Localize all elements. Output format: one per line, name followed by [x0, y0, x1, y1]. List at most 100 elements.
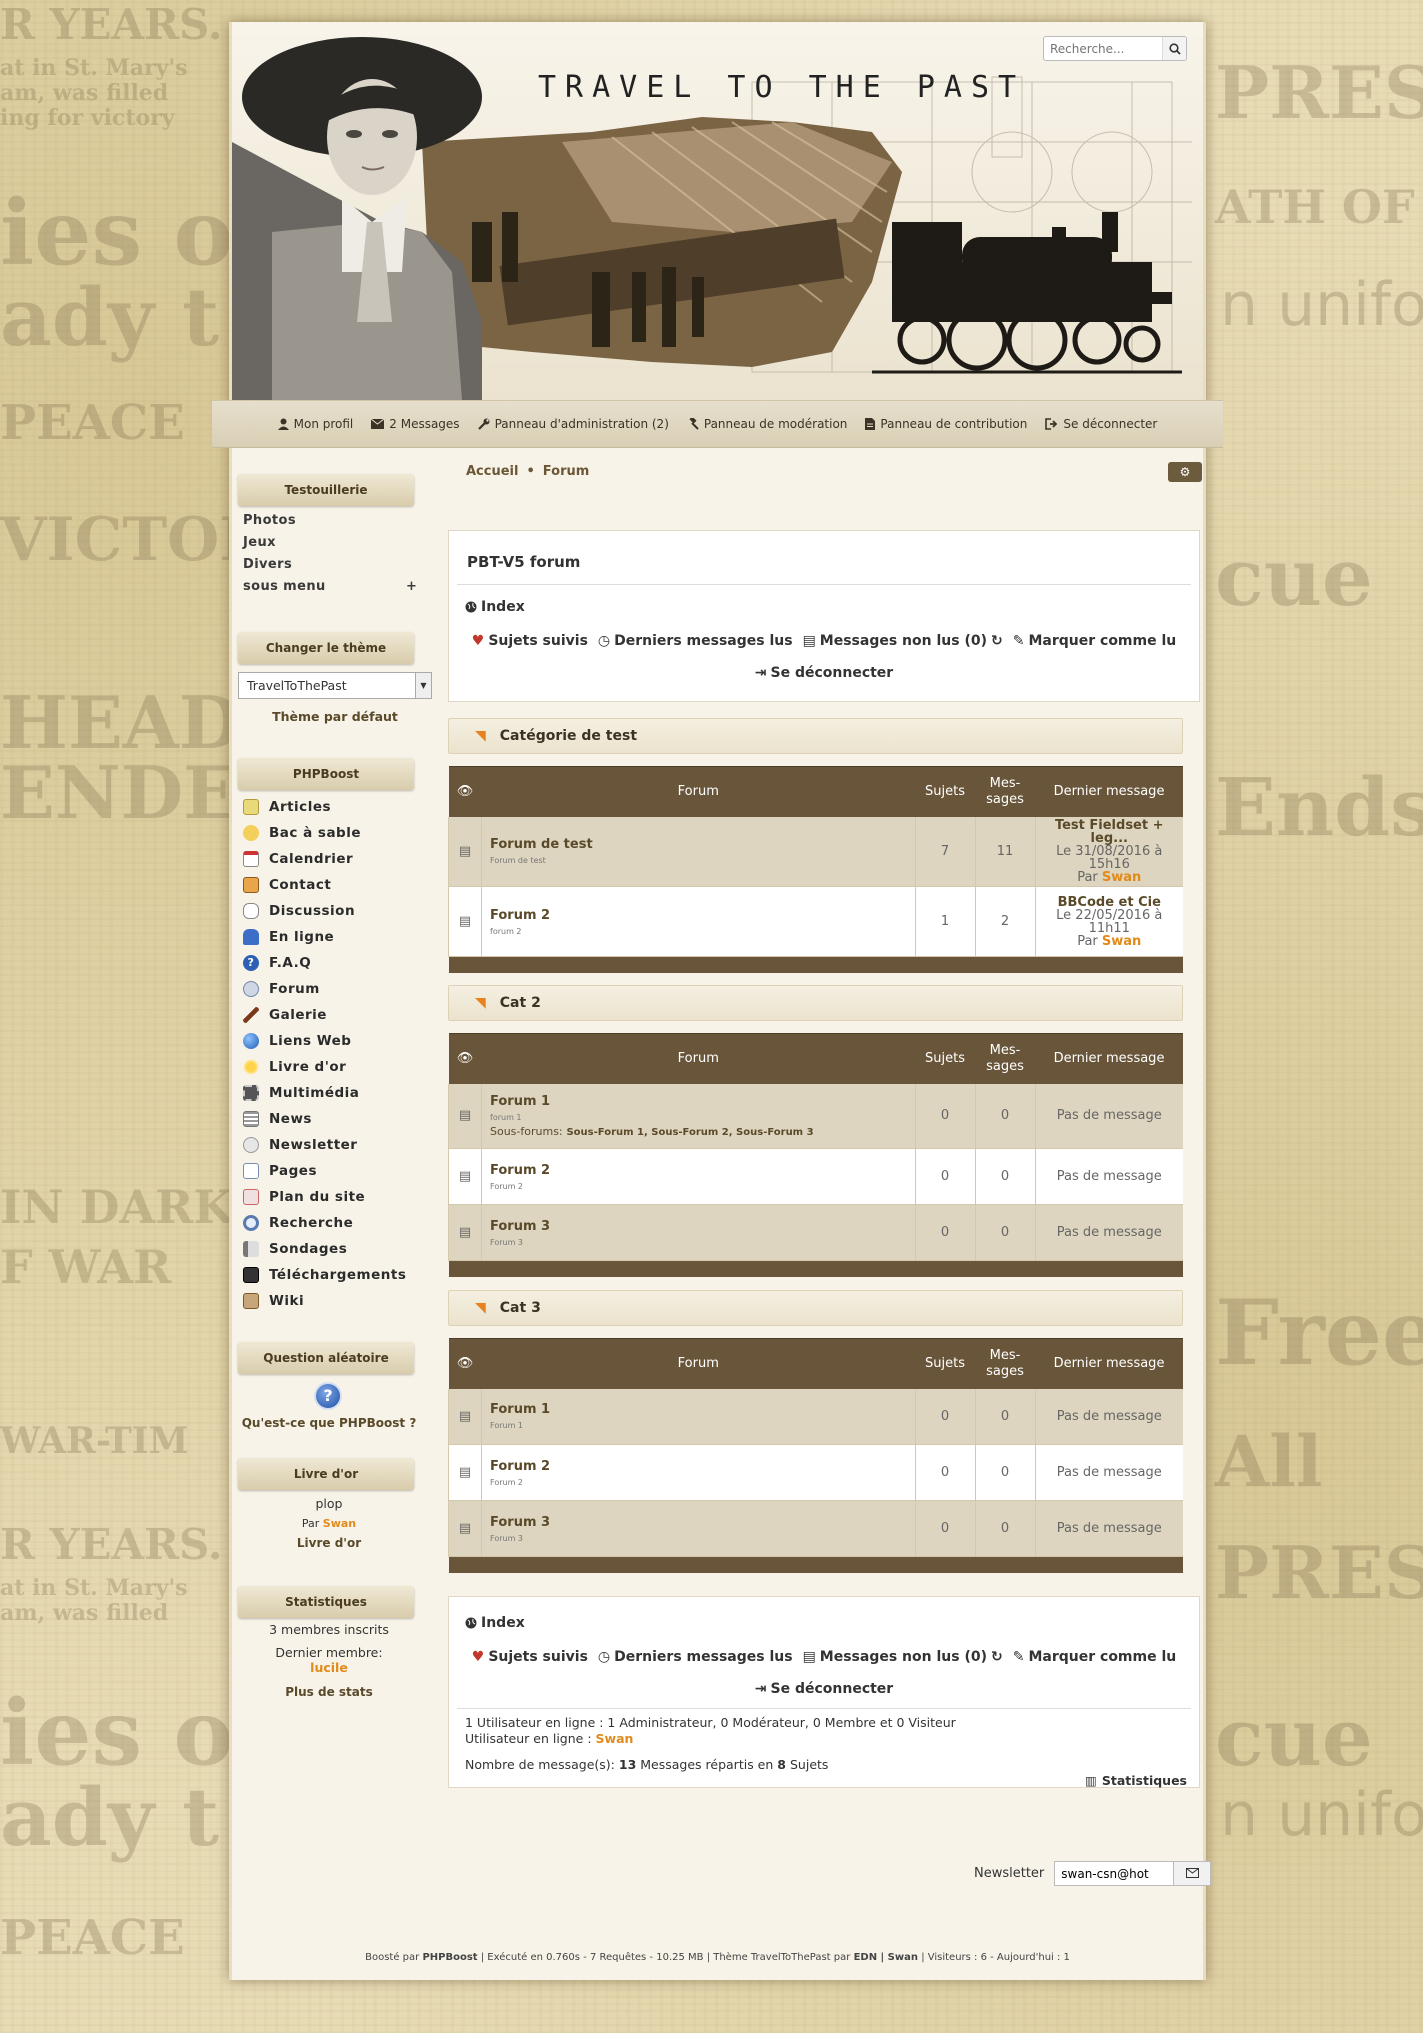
- module-news[interactable]: News: [232, 1106, 438, 1132]
- module-wiki[interactable]: Wiki: [232, 1288, 438, 1314]
- search-input[interactable]: [1044, 37, 1162, 60]
- unread-messages-link[interactable]: ▤ Messages non lus (0) ↻: [803, 633, 1003, 649]
- followed-topics-link[interactable]: ♥ Sujets suivis: [472, 1649, 588, 1665]
- more-stats-link[interactable]: Plus de stats: [232, 1685, 426, 1699]
- theme-select[interactable]: TravelToThePast ▼: [238, 672, 432, 699]
- newsletter-email-input[interactable]: [1054, 1861, 1175, 1886]
- forum-description: forum 1: [490, 1112, 522, 1122]
- forum-name-link[interactable]: Forum 1: [490, 1402, 915, 1417]
- forum-index-link[interactable]: Index: [449, 585, 1199, 615]
- footer-theme-authors[interactable]: EDN | Swan: [854, 1952, 918, 1963]
- settings-gear-button[interactable]: ⚙: [1168, 462, 1202, 482]
- module-sandbox[interactable]: Bac à sable: [232, 820, 438, 846]
- col-topics: Sujets: [915, 1033, 975, 1084]
- module-newsletter[interactable]: Newsletter: [232, 1132, 438, 1158]
- module-label: Wiki: [269, 1293, 305, 1309]
- question-mark-icon: ?: [314, 1382, 342, 1410]
- footer-visitors: | Visiteurs : 6 - Aujourd'hui : 1: [921, 1952, 1070, 1963]
- last-topic-link[interactable]: Test Fieldset + leg...: [1055, 818, 1164, 846]
- guestbook-link[interactable]: Livre d'or: [232, 1536, 426, 1550]
- topic-icon: ▤: [448, 1204, 482, 1261]
- followed-topics-link[interactable]: ♥ Sujets suivis: [472, 633, 588, 649]
- page-container: TRAVEL TO THE PAST Mon profil 2 Messages…: [212, 22, 1223, 1980]
- rss-icon[interactable]: ◥: [475, 995, 486, 1011]
- module-contact[interactable]: Contact: [232, 872, 438, 898]
- module-multimedia[interactable]: Multimédia: [232, 1080, 438, 1106]
- forum-name-link[interactable]: Forum 3: [490, 1515, 915, 1530]
- nav-admin-panel[interactable]: Panneau d'administration (2): [477, 417, 669, 431]
- random-question-link[interactable]: Qu'est-ce que PHPBoost ?: [232, 1416, 426, 1430]
- wrench-icon: [477, 418, 490, 430]
- rss-icon[interactable]: ◥: [475, 728, 486, 744]
- category-header[interactable]: ◥ Catégorie de test: [448, 718, 1183, 754]
- newsletter-subscribe-button[interactable]: [1173, 1861, 1212, 1886]
- module-polls[interactable]: Sondages: [232, 1236, 438, 1262]
- nav-messages[interactable]: 2 Messages: [371, 417, 460, 431]
- menu-item-photos[interactable]: Photos: [232, 510, 438, 532]
- search-button[interactable]: [1162, 37, 1186, 60]
- menu-item-divers[interactable]: Divers: [232, 554, 438, 576]
- online-user-link[interactable]: Swan: [596, 1731, 634, 1746]
- rss-icon[interactable]: ◥: [475, 1300, 486, 1316]
- forum-name-link[interactable]: Forum 2: [490, 908, 915, 923]
- subforums-links[interactable]: Sous-Forum 1, Sous-Forum 2, Sous-Forum 3: [566, 1127, 813, 1138]
- members-count-line: 3 membres inscrits: [232, 1622, 426, 1637]
- module-label: Recherche: [269, 1215, 354, 1231]
- refresh-icon[interactable]: ↻: [991, 633, 1003, 649]
- topic-icon: ▤: [448, 1444, 482, 1501]
- module-sitemap[interactable]: Plan du site: [232, 1184, 438, 1210]
- forum-logout-link[interactable]: ⇥ Se déconnecter: [755, 1681, 893, 1697]
- heart-icon: ♥: [471, 633, 485, 649]
- module-calendar[interactable]: Calendrier: [232, 846, 438, 872]
- expand-icon[interactable]: +: [406, 576, 417, 598]
- module-forum[interactable]: Forum: [232, 976, 438, 1002]
- forum-cell: Forum 1 forum 1 Sous-forums: Sous-Forum 1…: [481, 1083, 915, 1149]
- breadcrumb-home[interactable]: Accueil: [466, 464, 518, 479]
- module-online[interactable]: En ligne: [232, 924, 438, 950]
- chevron-down-icon[interactable]: ▼: [415, 673, 431, 698]
- module-guestbook[interactable]: Livre d'or: [232, 1054, 438, 1080]
- default-theme-link[interactable]: Thème par défaut: [238, 709, 432, 724]
- forum-logout-link[interactable]: ⇥ Se déconnecter: [755, 665, 893, 681]
- menu-item-jeux[interactable]: Jeux: [232, 532, 438, 554]
- forum-index-link[interactable]: Index: [449, 1597, 1199, 1631]
- mark-as-read-link[interactable]: ✎ Marquer comme lu: [1013, 1649, 1177, 1665]
- mark-as-read-link[interactable]: ✎ Marquer comme lu: [1013, 633, 1177, 649]
- nav-my-profile[interactable]: Mon profil: [277, 417, 353, 431]
- module-discussion[interactable]: Discussion: [232, 898, 438, 924]
- unread-messages-link[interactable]: ▤ Messages non lus (0) ↻: [803, 1649, 1003, 1665]
- forum-name-link[interactable]: Forum 2: [490, 1459, 915, 1474]
- guestbook-author-link[interactable]: Swan: [323, 1517, 356, 1530]
- msg-count: 13: [618, 1757, 637, 1772]
- module-downloads[interactable]: Téléchargements: [232, 1262, 438, 1288]
- forum-name-link[interactable]: Forum de test: [490, 837, 915, 852]
- module-weblinks[interactable]: Liens Web: [232, 1028, 438, 1054]
- last-member-link[interactable]: lucile: [232, 1660, 426, 1675]
- nav-contribution-panel[interactable]: Panneau de contribution: [865, 417, 1027, 431]
- menu-item-sous-menu[interactable]: sous menu +: [232, 576, 438, 598]
- category-header[interactable]: ◥ Cat 2: [448, 985, 1183, 1021]
- module-articles[interactable]: Articles: [232, 794, 438, 820]
- last-author-link[interactable]: Swan: [1102, 934, 1141, 949]
- module-gallery[interactable]: Galerie: [232, 1002, 438, 1028]
- menu-title: PHPBoost: [232, 758, 420, 790]
- last-read-link[interactable]: ◷ Derniers messages lus: [598, 1649, 793, 1665]
- message-count: 0: [974, 1388, 1035, 1445]
- last-read-link[interactable]: ◷ Derniers messages lus: [598, 633, 793, 649]
- module-search[interactable]: Recherche: [232, 1210, 438, 1236]
- module-pages[interactable]: Pages: [232, 1158, 438, 1184]
- footer-phpboost-link[interactable]: PHPBoost: [422, 1952, 477, 1963]
- module-label: Multimédia: [269, 1085, 360, 1101]
- last-author-link[interactable]: Swan: [1102, 870, 1141, 885]
- forum-name-link[interactable]: Forum 1: [490, 1094, 915, 1109]
- breadcrumb-forum[interactable]: Forum: [543, 464, 590, 479]
- forum-stats-link[interactable]: ▥ Statistiques: [1085, 1773, 1187, 1789]
- module-label: Livre d'or: [269, 1059, 347, 1075]
- nav-moderation-panel[interactable]: Panneau de modération: [687, 417, 847, 431]
- refresh-icon[interactable]: ↻: [991, 1649, 1003, 1665]
- forum-name-link[interactable]: Forum 3: [490, 1219, 915, 1234]
- category-header[interactable]: ◥ Cat 3: [448, 1290, 1183, 1326]
- module-faq[interactable]: ? F.A.Q: [232, 950, 438, 976]
- forum-name-link[interactable]: Forum 2: [490, 1163, 915, 1178]
- nav-logout[interactable]: Se déconnecter: [1045, 417, 1157, 431]
